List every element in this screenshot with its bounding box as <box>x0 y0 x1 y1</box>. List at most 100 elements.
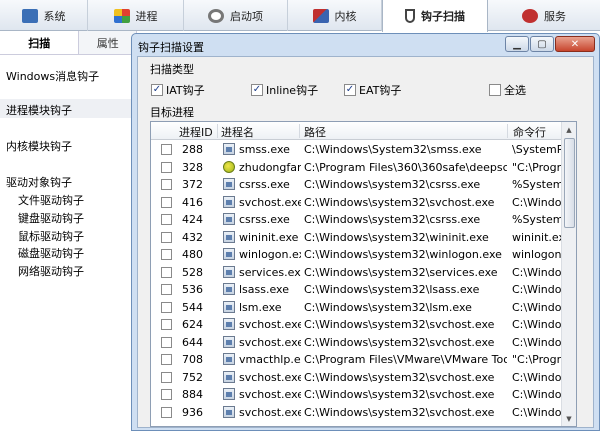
row-checkbox[interactable] <box>161 371 172 383</box>
eat-hook-checkbox[interactable]: ✓ <box>344 84 356 96</box>
close-button[interactable]: ✕ <box>555 36 595 52</box>
scroll-thumb[interactable] <box>564 138 575 228</box>
row-pid: 416 <box>182 195 203 209</box>
column-header-name[interactable]: 进程名 <box>221 124 254 140</box>
row-process-name: svchost.exe <box>239 195 301 209</box>
row-checkbox[interactable] <box>161 354 172 365</box>
select-all-option[interactable]: 全选 <box>489 82 526 98</box>
iat-hook-checkbox[interactable]: ✓ <box>151 84 163 96</box>
row-cmdline: %SystemI <box>512 213 563 226</box>
row-checkbox[interactable] <box>161 161 172 173</box>
row-process-name: zhudongfan... <box>239 160 301 174</box>
table-row[interactable]: 884 svchost.exe C:\Windows\system32\svchos… <box>151 386 563 403</box>
row-cmdline: winlogon. <box>512 248 563 261</box>
scroll-up-icon[interactable]: ▲ <box>562 122 576 137</box>
table-row[interactable]: 528 services.exe C:\Windows\system32\servi… <box>151 264 563 281</box>
sidebar-item-keyboard-driver-hook[interactable]: 键盘驱动钩子 <box>18 210 84 226</box>
row-path: C:\Windows\System32\smss.exe <box>304 143 482 156</box>
table-row[interactable]: 288 smss.exe C:\Windows\System32\smss.exe \… <box>151 141 563 158</box>
row-checkbox[interactable] <box>161 301 172 313</box>
select-all-checkbox[interactable] <box>489 84 501 96</box>
table-row[interactable]: 536 lsass.exe C:\Windows\system32\lsass.ex… <box>151 281 563 298</box>
table-row[interactable]: 424 csrss.exe C:\Windows\system32\csrss.ex… <box>151 211 563 228</box>
iat-hook-option[interactable]: ✓ IAT钩子 <box>151 82 205 98</box>
tab-hook-scan[interactable]: 钩子扫描 <box>382 0 488 32</box>
row-checkbox[interactable] <box>161 389 172 400</box>
row-path: C:\Windows\system32\winlogon.exe <box>304 248 502 261</box>
sidebar-item-mouse-driver-hook[interactable]: 鼠标驱动钩子 <box>18 228 84 244</box>
dialog-title: 钩子扫描设置 <box>138 41 204 54</box>
row-pid: 708 <box>182 353 203 366</box>
row-path: C:\Windows\system32\svchost.exe <box>304 370 495 384</box>
sidebar-item-network-driver-hook[interactable]: 网络驱动钩子 <box>18 263 84 279</box>
row-checkbox[interactable] <box>161 144 172 155</box>
row-checkbox[interactable] <box>161 319 172 330</box>
row-pid: 424 <box>182 213 203 226</box>
exe-file-icon <box>223 353 235 365</box>
column-header-pid[interactable]: 进程ID <box>179 124 213 140</box>
tab-service[interactable]: 服务 <box>488 0 600 31</box>
exe-file-icon <box>223 405 235 418</box>
vertical-scrollbar[interactable]: ▲ ▼ <box>561 122 576 426</box>
inline-hook-checkbox[interactable]: ✓ <box>251 84 263 96</box>
row-pid: 288 <box>182 143 203 156</box>
row-pid: 528 <box>182 265 203 279</box>
tab-process[interactable]: 进程 <box>88 0 184 31</box>
tab-service-label: 服务 <box>544 9 566 23</box>
tab-startup[interactable]: 启动项 <box>184 0 288 31</box>
table-row[interactable]: 432 wininit.exe C:\Windows\system32\winini… <box>151 229 563 246</box>
column-separator[interactable] <box>299 124 300 138</box>
row-checkbox[interactable] <box>161 231 172 243</box>
row-pid: 480 <box>182 248 203 261</box>
table-row[interactable]: 624 svchost.exe C:\Windows\system32\svchos… <box>151 316 563 333</box>
column-separator[interactable] <box>507 124 508 138</box>
process-list[interactable]: 进程ID 进程名 路径 命令行 288 smss.exe C:\Windows\Sy… <box>150 121 577 427</box>
sidebar-item-kernel-module-hook[interactable]: 内核模块钩子 <box>6 138 72 154</box>
row-pid: 752 <box>182 370 203 384</box>
row-checkbox[interactable] <box>161 249 172 260</box>
table-row[interactable]: 644 svchost.exe C:\Windows\system32\svchos… <box>151 334 563 351</box>
table-row[interactable]: 708 vmacthlp.exeC:\Program Files\VMware\V… <box>151 351 563 368</box>
sidebar-item-file-driver-hook[interactable]: 文件驱动钩子 <box>18 192 84 208</box>
exe-file-icon <box>223 230 235 243</box>
subtab-scan[interactable]: 扫描 <box>0 31 80 54</box>
close-icon: ✕ <box>570 38 580 50</box>
sidebar-item-disk-driver-hook[interactable]: 磁盘驱动钩子 <box>18 245 84 261</box>
column-header-path[interactable]: 路径 <box>304 124 326 140</box>
table-row[interactable]: 544 lsm.exe C:\Windows\system32\lsm.exe C:\… <box>151 299 563 316</box>
eat-hook-option[interactable]: ✓ EAT钩子 <box>344 82 401 98</box>
table-row[interactable]: 416 svchost.exe C:\Windows\system32\svchos… <box>151 194 563 211</box>
table-row[interactable]: 372 csrss.exe C:\Windows\system32\csrss.ex… <box>151 176 563 193</box>
row-checkbox[interactable] <box>161 196 172 208</box>
tab-system[interactable]: 系统 <box>0 0 88 31</box>
row-checkbox[interactable] <box>161 179 172 190</box>
tab-kernel[interactable]: 内核 <box>288 0 382 31</box>
inline-hook-option[interactable]: ✓ Inline钩子 <box>251 82 318 98</box>
table-row[interactable]: 328 zhudongfan...C:\Program Files\360\360… <box>151 159 563 176</box>
minimize-icon: ▁ <box>513 38 521 50</box>
minimize-button[interactable]: ▁ <box>505 36 529 52</box>
table-row[interactable]: 480 winlogon.exeC:\Windows\system32\winlo… <box>151 246 563 263</box>
sidebar-item-driver-object-hook[interactable]: 驱动对象钩子 <box>6 174 72 190</box>
subtab-attributes[interactable]: 属性 <box>79 31 136 54</box>
row-pid: 328 <box>182 160 203 174</box>
exe-file-icon <box>223 265 235 278</box>
row-checkbox[interactable] <box>161 336 172 348</box>
row-checkbox[interactable] <box>161 214 172 225</box>
row-checkbox[interactable] <box>161 406 172 418</box>
sidebar-item-windows-msg-hook[interactable]: Windows消息钩子 <box>6 68 99 84</box>
tab-hook-scan-label: 钩子扫描 <box>421 10 465 23</box>
row-pid: 936 <box>182 405 203 419</box>
table-row[interactable]: 936 svchost.exe C:\Windows\system32\svchos… <box>151 404 563 421</box>
maximize-button[interactable]: ▢ <box>530 36 554 52</box>
row-process-name: smss.exe <box>239 143 290 156</box>
row-checkbox[interactable] <box>161 266 172 278</box>
row-process-name: vmacthlp.exe <box>239 353 301 366</box>
inline-hook-label: Inline钩子 <box>266 84 319 97</box>
column-separator[interactable] <box>217 124 218 138</box>
sidebar-item-process-module-hook[interactable]: 进程模块钩子 <box>0 99 136 118</box>
table-row[interactable]: 752 svchost.exe C:\Windows\system32\svchos… <box>151 369 563 386</box>
row-checkbox[interactable] <box>161 284 172 295</box>
column-header-cmdline[interactable]: 命令行 <box>513 124 546 140</box>
scroll-down-icon[interactable]: ▼ <box>562 411 576 426</box>
